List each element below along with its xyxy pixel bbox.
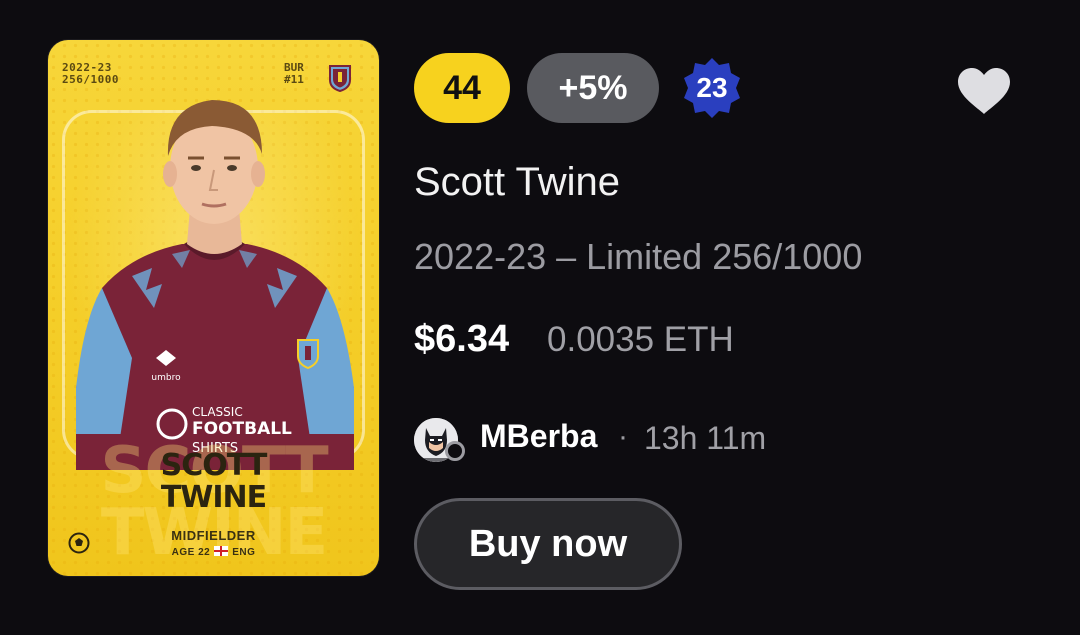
player-name: Scott Twine	[414, 160, 621, 204]
player-photo: umbro CLASSIC FOOTBALL SHIRTS	[76, 100, 354, 470]
price-eth: 0.0035 ETH	[547, 320, 734, 359]
level-badge-value: 23	[696, 72, 728, 103]
buy-now-button[interactable]: Buy now	[414, 498, 682, 590]
seller-name[interactable]: MBerba	[480, 418, 597, 455]
heart-icon[interactable]	[956, 66, 1012, 116]
score-badge: 44	[414, 53, 510, 123]
card-name-line-2: TWINE	[160, 480, 267, 515]
player-card[interactable]: 2022-23 256/1000 BUR #11 umbro CLASSIC F…	[48, 40, 379, 576]
card-player-name: SCOTT TWINE	[48, 450, 379, 514]
avatar-status-icon	[445, 441, 465, 461]
time-left: 13h 11m	[644, 420, 767, 456]
card-name-line-1: SCOTT	[160, 448, 268, 483]
kit-brand-text: umbro	[151, 373, 181, 383]
trend-badge: +5%	[527, 53, 659, 123]
sponsor-line-1: CLASSIC	[192, 405, 243, 419]
card-nationality: ENG	[232, 547, 256, 558]
card-age: AGE 22	[171, 547, 211, 558]
card-edition: 2022-23 – Limited 256/1000	[414, 236, 863, 277]
card-meta: AGE 22 ENG	[48, 546, 379, 558]
card-position: MIDFIELDER	[171, 528, 256, 543]
price-usd: $6.34	[414, 318, 510, 360]
seller-separator: ·	[618, 420, 628, 453]
england-flag-icon	[214, 546, 229, 556]
